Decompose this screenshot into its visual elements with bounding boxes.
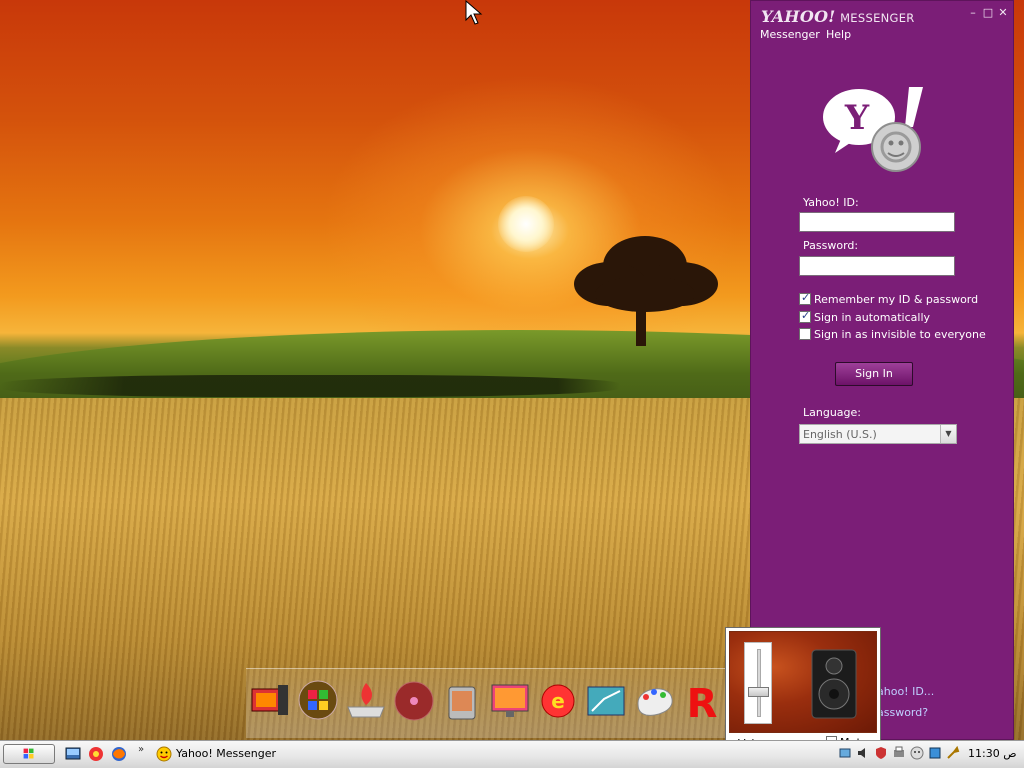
chevron-down-icon[interactable]: ▼ xyxy=(940,425,956,443)
volume-groove xyxy=(757,649,761,717)
dock: e R xyxy=(246,668,726,738)
recycle-bin-icon[interactable] xyxy=(440,677,484,723)
yahoo-id-label: Yahoo! ID: xyxy=(803,196,859,209)
taskbar-item-yahoo-messenger[interactable]: Yahoo! Messenger xyxy=(152,743,322,765)
volume-popup: Volume Mute xyxy=(725,627,881,753)
menu-help[interactable]: Help xyxy=(826,28,851,41)
media-player-icon[interactable] xyxy=(248,677,292,723)
sign-in-automatically-label: Sign in automatically xyxy=(814,311,931,324)
treeline xyxy=(0,375,620,397)
gauge-icon[interactable] xyxy=(584,677,628,723)
security-icon[interactable] xyxy=(874,746,888,760)
r-app-icon[interactable]: R xyxy=(680,677,724,723)
yahoo-logo-icon: Y xyxy=(823,87,923,172)
sun xyxy=(498,196,554,252)
taskbar-item-label: Yahoo! Messenger xyxy=(176,747,277,760)
printer-icon[interactable] xyxy=(892,746,906,760)
checkbox-checked-icon xyxy=(799,309,811,323)
maximize-icon[interactable]: □ xyxy=(982,7,994,19)
volume-slider[interactable] xyxy=(744,642,772,724)
paint-palette-icon[interactable] xyxy=(632,677,676,723)
title-bar[interactable]: YAHOO! MESSENGER – □ ✕ xyxy=(751,1,1013,27)
messenger-word: MESSENGER xyxy=(840,11,915,25)
update-icon[interactable] xyxy=(928,746,942,760)
volume-tray-icon[interactable] xyxy=(856,746,870,760)
yahoo-smiley-icon xyxy=(156,746,172,762)
menu-messenger[interactable]: Messenger xyxy=(760,28,820,41)
browser-icon[interactable] xyxy=(88,746,104,762)
language-label: Language: xyxy=(803,406,861,419)
volume-background xyxy=(729,631,877,733)
forgot-id-link[interactable]: ahoo! ID... xyxy=(877,685,934,698)
checkbox-checked-icon xyxy=(799,291,811,305)
window-title: YAHOO! MESSENGER xyxy=(761,7,915,26)
windows-logo-icon xyxy=(23,748,34,759)
speaker-icon xyxy=(811,649,857,719)
yahoo-id-input[interactable] xyxy=(799,212,955,232)
show-desktop-icon[interactable] xyxy=(65,746,81,762)
tools-icon[interactable] xyxy=(946,746,960,760)
tree-silhouette xyxy=(574,236,718,346)
svg-text:e: e xyxy=(551,689,565,713)
minimize-icon[interactable]: – xyxy=(967,7,979,19)
remember-id-checkbox[interactable]: Remember my ID & password xyxy=(799,291,979,306)
drive-flame-icon[interactable] xyxy=(344,677,388,723)
windows-logo-icon[interactable] xyxy=(296,677,340,723)
password-label: Password: xyxy=(803,239,859,252)
language-select[interactable]: English (U.S.) ▼ xyxy=(799,424,957,444)
internet-explorer-icon[interactable]: e xyxy=(536,677,580,723)
taskbar: » Yahoo! Messenger 11:30 ص xyxy=(0,740,1024,768)
menu-bar: Messenger Help xyxy=(751,25,1013,45)
svg-text:R: R xyxy=(687,681,718,723)
messenger-tray-icon[interactable] xyxy=(910,746,924,760)
quick-launch-overflow[interactable]: » xyxy=(138,744,144,755)
disc-icon[interactable] xyxy=(392,677,436,723)
firefox-icon[interactable] xyxy=(111,746,127,762)
clock[interactable]: 11:30 ص xyxy=(968,747,1017,760)
checkbox-empty-icon xyxy=(799,328,811,340)
remember-id-label: Remember my ID & password xyxy=(814,293,979,306)
mouse-cursor-icon xyxy=(465,0,483,25)
password-input[interactable] xyxy=(799,256,955,276)
volume-thumb[interactable] xyxy=(748,686,769,697)
close-icon[interactable]: ✕ xyxy=(997,7,1009,19)
monitor-icon[interactable] xyxy=(488,677,532,723)
forgot-password-link[interactable]: assword? xyxy=(877,706,928,719)
invisible-checkbox[interactable]: Sign in as invisible to everyone xyxy=(799,328,986,341)
network-icon[interactable] xyxy=(838,746,852,760)
invisible-label: Sign in as invisible to everyone xyxy=(814,328,986,341)
svg-text:Y: Y xyxy=(844,98,870,138)
yahoo-brand: YAHOO! xyxy=(761,7,836,26)
sign-in-button[interactable]: Sign In xyxy=(835,362,913,386)
sign-in-automatically-checkbox[interactable]: Sign in automatically xyxy=(799,309,931,324)
system-tray: 11:30 ص xyxy=(836,743,1022,765)
language-value: English (U.S.) xyxy=(803,428,877,441)
start-button[interactable] xyxy=(3,744,55,764)
